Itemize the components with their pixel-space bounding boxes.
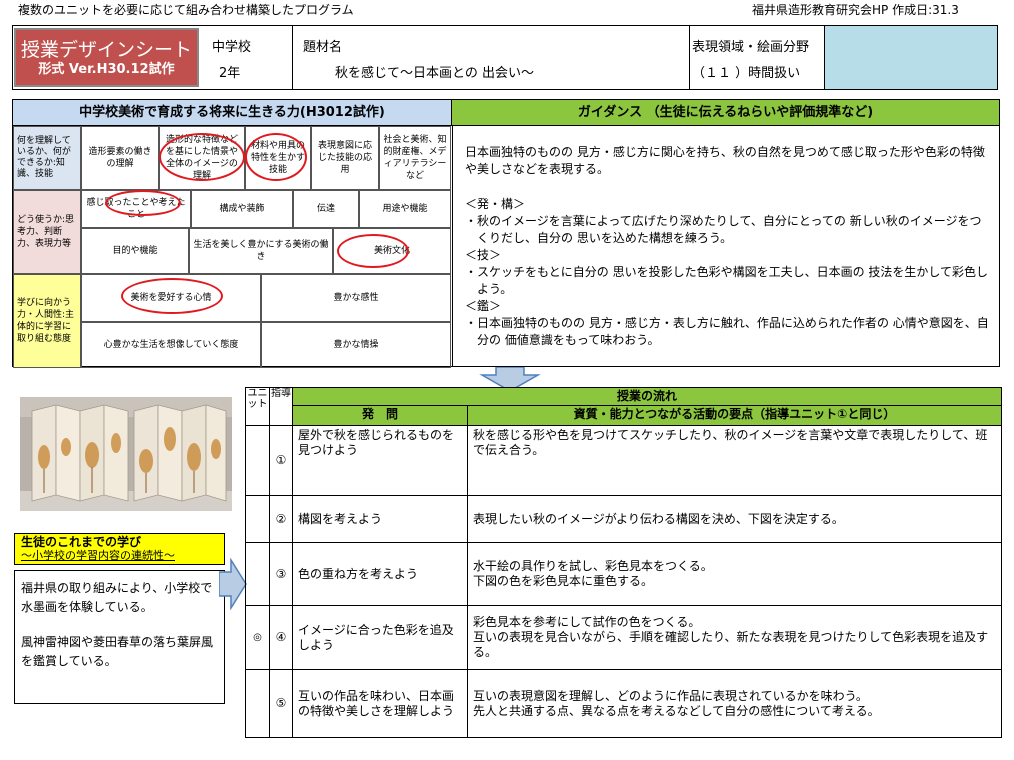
topic-name: 秋を感じて～日本画との 出会い～ — [335, 66, 535, 81]
guidance-heading-appreciation: ＜鑑＞ — [465, 299, 502, 313]
unit-mark — [245, 495, 270, 543]
thinking-item: 美術文化 — [333, 228, 451, 274]
skill-item: 造形的な特徴などを基にした情景や全体のイメージの理解 — [159, 126, 245, 190]
attitude-item: 美術を愛好する心情 — [81, 274, 261, 322]
guide-column-header: 指導 — [269, 387, 293, 426]
attitude-item: 豊かな感性 — [261, 274, 451, 322]
prior-learning-body: 福井県の取り組みにより、小学校で水墨画を体験している。 風神雷神図や菱田春草の落… — [14, 570, 225, 704]
table-row: ③ 色の重ね方を考えよう 水干絵の具作りを試し、彩色見本をつくる。 下図の色を彩… — [245, 542, 1003, 606]
step-number: ④ — [269, 605, 293, 670]
skill-item: 表現意図に応じた技能の応用 — [311, 126, 379, 190]
skill-item: 造形要素の働きの理解 — [81, 126, 159, 190]
thinking-item: 用途や機能 — [359, 190, 451, 228]
artwork-photo — [20, 397, 232, 511]
right-arrow-icon — [219, 558, 247, 610]
thinking-item: 構成や装飾 — [191, 190, 293, 228]
question-column-header: 発 問 — [292, 405, 468, 426]
thinking-item: 目的や機能 — [81, 228, 189, 274]
topic-label: 題材名 — [303, 40, 343, 55]
guidance-composition: ・秋のイメージを言葉によって広げたり深めたりして、自分にとっての 新しい秋のイメ… — [465, 214, 982, 245]
thinking-item: 感じ取ったことや考えたこと — [81, 190, 191, 228]
unit-mark: ◎ — [245, 605, 270, 670]
points-cell: 彩色見本を参考にして試作の色をつくる。 互いの表現を見合いながら、手順を確認した… — [466, 605, 1003, 670]
table-row: ① 屋外で秋を感じられるものを見つけよう 秋を感じる形や色を見つけてスケッチした… — [245, 425, 1003, 496]
question-cell: 色の重ね方を考えよう — [292, 542, 468, 606]
school-cell: 中学校 2年 — [203, 26, 293, 89]
field-label: 表現領域・絵画分野 — [692, 40, 810, 55]
sheet-version: 形式 Ver.H30.12試作 — [38, 62, 175, 77]
publisher-date: 福井県造形教育研究会HP 作成日:31.3 — [752, 3, 959, 17]
question-cell: イメージに合った色彩を追及しよう — [292, 605, 468, 670]
attitude-item: 豊かな情操 — [261, 322, 451, 368]
step-number: ① — [269, 425, 293, 496]
field-cell: 表現領域・絵画分野 （１１ ）時間扱い — [690, 26, 825, 89]
prior-learning-item: 風神雷神図や菱田春草の落ち葉屏風を鑑賞している。 — [21, 635, 214, 668]
points-cell: 互いの表現意図を理解し、どのように作品に表現されているかを味わう。 先人と共通す… — [466, 669, 1003, 738]
row2-label: どう使うか:思考力、判断力、表現力等 — [13, 190, 81, 274]
attitude-item: 心豊かな生活を想像していく態度 — [81, 322, 261, 368]
skill-item: 社会と美術、知的財産権、メディアリテラシーなど — [379, 126, 451, 190]
guidance-skill: ・スケッチをもとに自分の 思いを投影した色彩や構図を工夫し、日本画の 技法を生か… — [465, 265, 989, 296]
flow-subheader-row: 発 問 資質・能力とつながる活動の要点（指導ユニット①と同じ） — [246, 405, 1003, 426]
step-number: ② — [269, 495, 293, 543]
guidance-heading: ガイダンス （生徒に伝えるねらいや評価規準など) — [451, 100, 999, 126]
step-number: ③ — [269, 542, 293, 606]
points-column-header: 資質・能力とつながる活動の要点（指導ユニット①と同じ） — [466, 405, 1003, 426]
sheet-title: 授業デザインシート — [20, 39, 192, 61]
topic-cell: 題材名 秋を感じて～日本画との 出会い～ — [293, 26, 690, 89]
abilities-heading: 中学校美術で育成する将来に生きる力(H3012試作) — [13, 100, 451, 126]
table-row: ② 構図を考えよう 表現したい秋のイメージがより伝わる構図を決め、下図を決定する… — [245, 495, 1003, 543]
points-cell: 表現したい秋のイメージがより伝わる構図を決め、下図を決定する。 — [466, 495, 1003, 543]
skill-item: 材料や用具の特性を生かす技能 — [245, 126, 311, 190]
unit-mark — [245, 669, 270, 738]
guidance-body: 日本画独特のものの 見方・感じ方に関心を持ち、秋の自然を見つめて感じ取った形や色… — [452, 126, 998, 366]
abilities-panel: 中学校美術で育成する将来に生きる力(H3012試作) ガイダンス （生徒に伝える… — [12, 99, 1000, 368]
unit-mark — [245, 542, 270, 606]
lesson-flow-table: ユニット 指導 授業の流れ 発 問 資質・能力とつながる活動の要点（指導ユニット… — [245, 387, 1003, 738]
table-row: ⑤ 互いの作品を味わい、日本画の特徴や美しさを理解しよう 互いの表現意図を理解し… — [245, 669, 1003, 738]
unit-column-header: ユニット — [245, 387, 270, 426]
field-color-block — [825, 26, 997, 89]
question-cell: 構図を考えよう — [292, 495, 468, 543]
unit-mark — [245, 425, 270, 496]
title-bar: 授業デザインシート 形式 Ver.H30.12試作 中学校 2年 題材名 秋を感… — [12, 25, 998, 90]
points-cell: 水干絵の具作りを試し、彩色見本をつくる。 下図の色を彩色見本に重色する。 — [466, 542, 1003, 606]
prior-learning-heading: 生徒のこれまでの学び ～小学校の学習内容の連続性～ — [14, 533, 225, 565]
prior-learning-item: 福井県の取り組みにより、小学校で水墨画を体験している。 — [21, 581, 213, 614]
guidance-appreciation: ・日本画独特のものの 見方・感じ方・表し方に触れ、作品に込められた作者の 心情や… — [465, 316, 989, 347]
prior-learning-title: 生徒のこれまでの学び — [21, 535, 142, 549]
table-row: ◎ ④ イメージに合った色彩を追及しよう 彩色見本を参考にして試作の色をつくる。… — [245, 605, 1003, 670]
guidance-heading-skill: ＜技＞ — [465, 248, 502, 262]
row3-label: 学びに向かう力・人間性:主体的に学習に取り組む態度 — [13, 274, 81, 368]
question-cell: 互いの作品を味わい、日本画の特徴や美しさを理解しよう — [292, 669, 468, 738]
flow-header-row: ユニット 指導 授業の流れ — [245, 387, 1003, 426]
hours: （１１ ）時間扱い — [692, 66, 801, 81]
row1-label: 何を理解しているか、何ができるか:知識、技能 — [13, 126, 81, 190]
question-cell: 屋外で秋を感じられるものを見つけよう — [292, 425, 468, 496]
guidance-heading-composition: ＜発・構＞ — [465, 197, 526, 211]
sheet-title-box: 授業デザインシート 形式 Ver.H30.12試作 — [14, 28, 199, 87]
grade: 2年 — [219, 66, 241, 81]
guidance-intro: 日本画独特のものの 見方・感じ方に関心を持ち、秋の自然を見つめて感じ取った形や色… — [465, 145, 985, 176]
prior-learning-subtitle: ～小学校の学習内容の連続性～ — [21, 549, 175, 562]
school-label: 中学校 — [212, 40, 252, 55]
program-description: 複数のユニットを必要に応じて組み合わせ構築したプログラム — [18, 3, 354, 17]
points-cell: 秋を感じる形や色を見つけてスケッチしたり、秋のイメージを言葉や文章で表現したりし… — [466, 425, 1003, 496]
lesson-flow-title: 授業の流れ — [291, 387, 1003, 406]
step-number: ⑤ — [269, 669, 293, 738]
thinking-item: 伝達 — [293, 190, 359, 228]
thinking-item: 生活を美しく豊かにする美術の働き — [189, 228, 333, 274]
